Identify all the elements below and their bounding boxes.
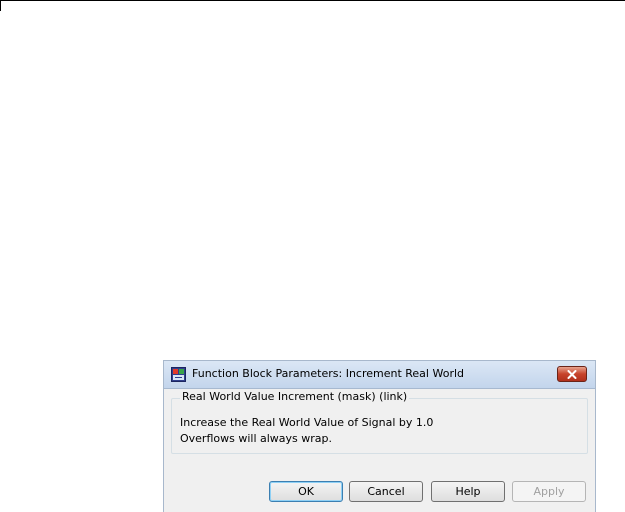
page: Function Block Parameters: Increment Rea… [0,0,625,512]
dialog-body: Real World Value Increment (mask) (link)… [164,389,595,512]
dialog-title: Function Block Parameters: Increment Rea… [192,367,465,380]
group-legend: Real World Value Increment (mask) (link) [180,390,410,403]
function-block-parameters-dialog: Function Block Parameters: Increment Rea… [163,360,596,512]
top-left-tick [0,0,1,11]
title-bar[interactable]: Function Block Parameters: Increment Rea… [164,361,595,389]
top-divider-line [0,0,625,1]
apply-button[interactable]: Apply [512,481,586,502]
close-button[interactable] [557,366,587,382]
close-x-icon [567,369,577,379]
ok-button[interactable]: OK [269,481,343,502]
description-line-1: Increase the Real World Value of Signal … [180,416,434,429]
simulink-block-icon [171,367,186,382]
help-button[interactable]: Help [431,481,505,502]
description-line-2: Overflows will always wrap. [180,432,333,445]
mask-description-group: Real World Value Increment (mask) (link)… [171,390,588,454]
cancel-button[interactable]: Cancel [349,481,423,502]
